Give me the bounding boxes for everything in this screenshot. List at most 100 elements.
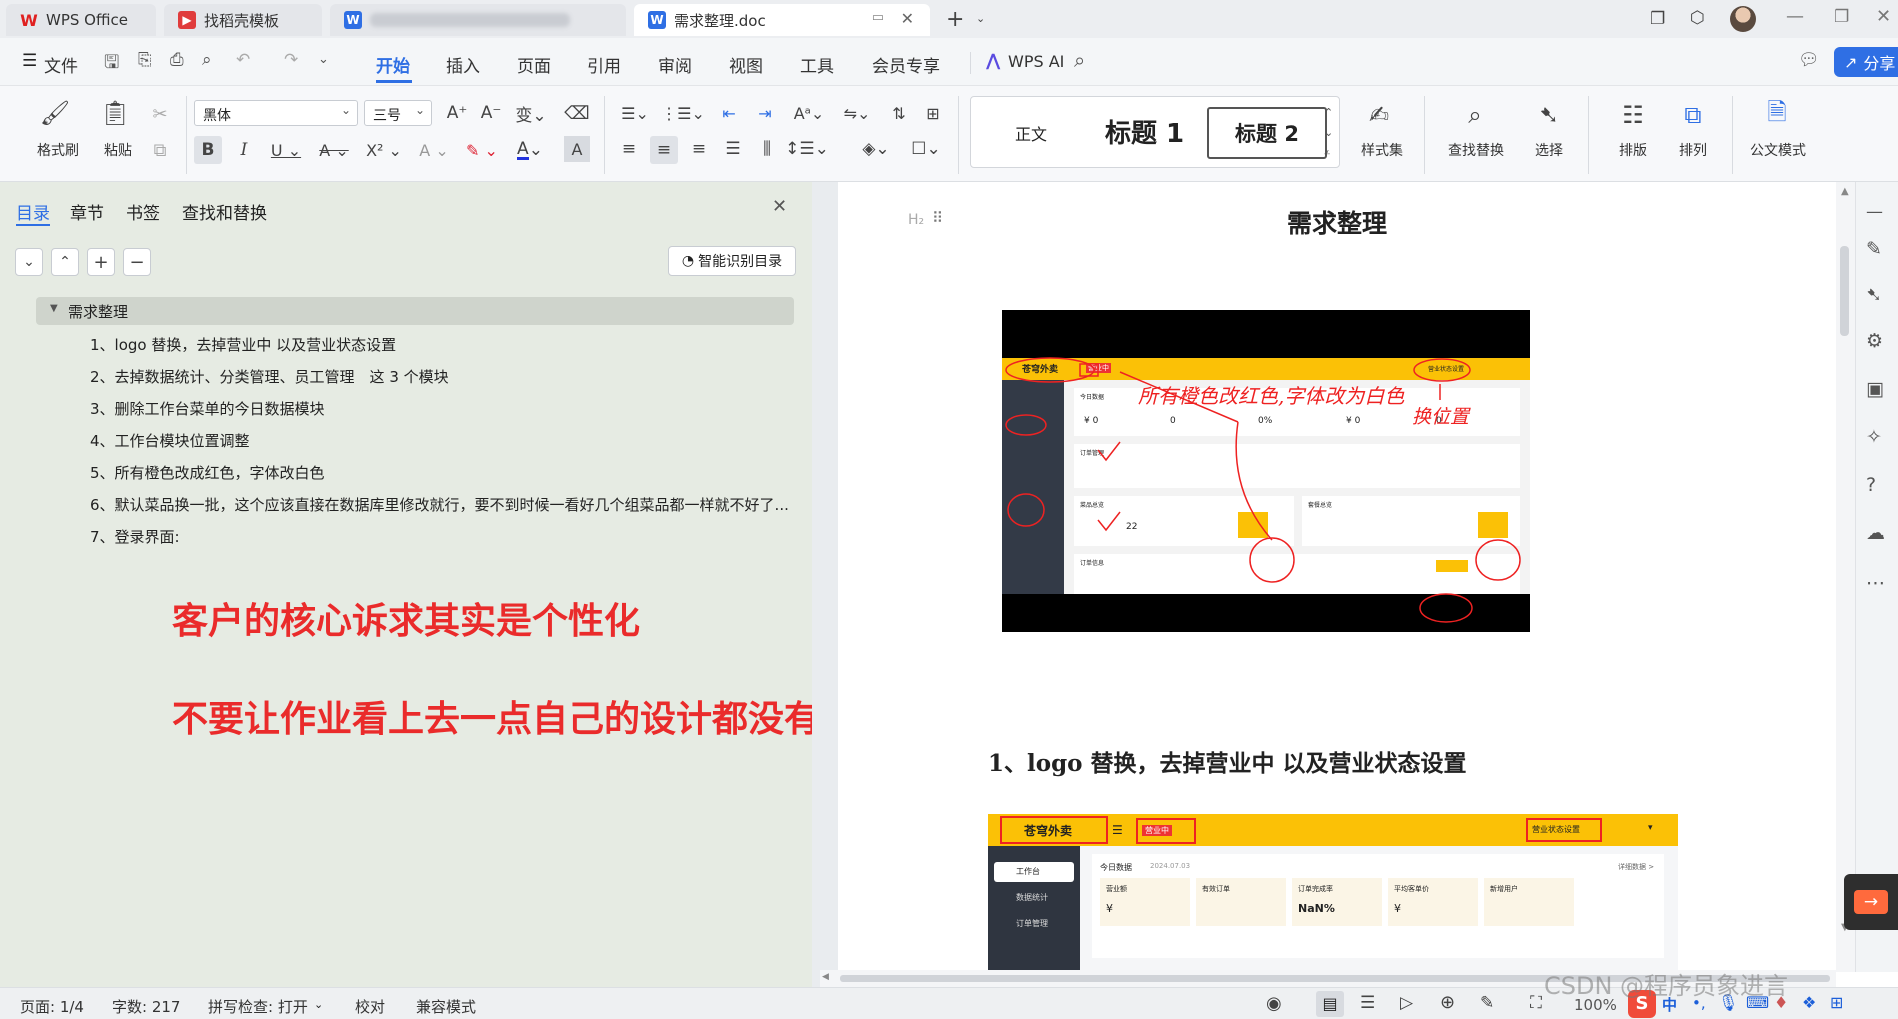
show-marks-icon[interactable]: ⊞ (920, 100, 946, 126)
tab-daoke-template[interactable]: ▶ 找稻壳模板 (164, 4, 322, 36)
restore-icon[interactable]: ❐ (1834, 7, 1849, 27)
toc-item[interactable]: 3、删除工作台菜单的今日数据模块 (90, 398, 325, 419)
share-button[interactable]: ↗ 分享 (1834, 47, 1898, 77)
select-button[interactable]: 选择 (1520, 140, 1578, 160)
avatar[interactable] (1730, 6, 1756, 32)
align-center-icon[interactable]: ≡ (650, 136, 678, 164)
copy-icon[interactable]: ⧉ (148, 138, 172, 162)
ime-tools-icon[interactable]: ❖ (1802, 993, 1816, 1012)
toc-item[interactable]: 5、所有橙色改成红色，字体改白色 (90, 462, 325, 483)
pen-icon[interactable]: ✎ (1866, 238, 1882, 260)
superscript-icon[interactable]: X² ⌄ (362, 136, 406, 164)
phonetic-guide-icon[interactable]: 变⌄ (514, 100, 548, 126)
more-chevron-icon[interactable]: ⌄ (318, 52, 329, 67)
web-view-icon[interactable]: ⊕ (1440, 992, 1455, 1013)
shading-icon[interactable]: ◈⌄ (856, 136, 896, 162)
bullet-list-icon[interactable]: ☰⌄ (616, 100, 654, 126)
char-shading-icon[interactable]: A (564, 136, 590, 162)
tab-wps-office[interactable]: W WPS Office (6, 4, 156, 36)
font-color-icon[interactable]: A ⌄ (510, 136, 550, 164)
justify-icon[interactable]: ☰ (720, 136, 746, 162)
increase-indent-icon[interactable]: ⇥ (752, 100, 778, 126)
paste-icon[interactable]: 📋︎ (100, 98, 130, 128)
nav-tab-toc[interactable]: 目录 (16, 199, 50, 224)
font-size-select[interactable]: 三号 ⌄ (364, 100, 432, 126)
menu-hamburger-icon[interactable]: ☰ (22, 51, 37, 71)
style-heading-2[interactable]: 标题 2 (1207, 107, 1327, 159)
format-painter-icon[interactable]: 🖌︎ (40, 98, 70, 128)
menu-tools[interactable]: 工具 (800, 52, 834, 77)
underline-icon[interactable]: U ⌄ (266, 136, 306, 164)
layout-button[interactable]: 排版 (1604, 140, 1662, 160)
toc-item[interactable]: 4、工作台模块位置调整 (90, 430, 250, 451)
highlight-icon[interactable]: ✎ ⌄ (462, 136, 502, 164)
format-painter-button[interactable]: 格式刷 (30, 140, 86, 160)
find-replace-icon[interactable]: ⌕ (1458, 98, 1492, 132)
menu-wps-ai[interactable]: WPS AI (1008, 52, 1064, 71)
cursor-icon[interactable]: ➷ (1866, 284, 1882, 306)
text-effect-icon[interactable]: A ⌄ (414, 136, 454, 164)
comment-icon[interactable]: 💬︎ (1798, 50, 1820, 70)
nav-tab-chapter[interactable]: 章节 (70, 199, 104, 224)
magic-wand-icon[interactable]: ✧ (1866, 426, 1882, 448)
decrease-indent-icon[interactable]: ⇤ (716, 100, 742, 126)
remove-heading-icon[interactable]: − (123, 248, 151, 276)
close-pane-icon[interactable]: ✕ (772, 196, 787, 217)
shrink-font-icon[interactable]: A⁻ (478, 100, 504, 126)
cloud-sync-icon[interactable]: ☁ (1866, 522, 1885, 544)
chevron-down-icon[interactable]: ⌄ (15, 248, 43, 276)
grow-font-icon[interactable]: A⁺ (444, 100, 470, 126)
numbered-list-icon[interactable]: ⋮☰⌄ (661, 100, 705, 126)
window-layout-icon[interactable]: ❐ (1650, 9, 1665, 29)
find-replace-button[interactable]: 查找替换 (1436, 140, 1516, 160)
paste-button[interactable]: 粘贴 (90, 140, 146, 160)
spell-check-toggle[interactable]: 拼写检查: 打开 (208, 996, 308, 1017)
close-window-icon[interactable]: ✕ (1876, 6, 1891, 27)
style-set-button[interactable]: 样式集 (1348, 140, 1416, 160)
pen-mode-icon[interactable]: ✎ (1480, 993, 1494, 1013)
search-icon[interactable]: ⌕ (1074, 48, 1085, 72)
align-left-icon[interactable]: ≡ (616, 136, 642, 162)
borders-icon[interactable]: ☐⌄ (906, 136, 946, 162)
menu-home[interactable]: 开始 (376, 52, 410, 77)
export-pdf-icon[interactable]: ⎘ (138, 50, 152, 70)
redo-icon[interactable]: ↷ (284, 50, 298, 70)
new-tab-icon[interactable]: + (946, 7, 964, 32)
settings-slider-icon[interactable]: ⚙ (1866, 330, 1883, 352)
text-direction-icon[interactable]: ⇋⌄ (838, 100, 876, 126)
sort-icon[interactable]: ⇅ (886, 100, 912, 126)
nav-tab-find-replace[interactable]: 查找和替换 (182, 199, 267, 224)
style-set-icon[interactable]: ✍︎ (1362, 98, 1396, 132)
floating-action-button[interactable]: → (1844, 874, 1898, 930)
gallery-down-icon[interactable]: ⌄ (1324, 126, 1333, 139)
word-count[interactable]: 字数: 217 (112, 996, 180, 1017)
menu-references[interactable]: 引用 (587, 52, 621, 77)
official-doc-icon[interactable]: 🗎︎ (1760, 98, 1794, 132)
arrange-icon[interactable]: ⧉ (1676, 98, 1710, 132)
tab-active-doc[interactable]: W 需求整理.doc ▭ ✕ (634, 4, 930, 36)
layout-icon[interactable]: ☷ (1616, 98, 1650, 132)
font-name-select[interactable]: 黑体 ⌄ (194, 100, 358, 126)
page-indicator[interactable]: 页面: 1/4 (20, 996, 84, 1017)
menu-page[interactable]: 页面 (517, 52, 551, 77)
print-icon[interactable]: ⎙ (170, 50, 184, 70)
outline-view-icon[interactable]: ☰ (1360, 993, 1375, 1013)
toc-item[interactable]: 7、登录界面: (90, 526, 180, 547)
add-heading-icon[interactable]: + (87, 248, 115, 276)
italic-icon[interactable]: I (230, 136, 258, 164)
monitor-icon[interactable]: ▭ (872, 10, 884, 25)
menu-view[interactable]: 视图 (729, 52, 763, 77)
menu-file[interactable]: 文件 (44, 52, 78, 77)
change-case-icon[interactable]: Aᵃ⌄ (790, 100, 828, 126)
line-spacing-icon[interactable]: ↕☰⌄ (785, 136, 829, 162)
cube-icon[interactable]: ⬡ (1690, 8, 1705, 28)
toc-item[interactable]: 1、logo 替换，去掉营业中 以及营业状态设置 (90, 334, 396, 355)
image-tool-icon[interactable]: ▣ (1866, 378, 1884, 400)
arrange-button[interactable]: 排列 (1664, 140, 1722, 160)
minimize-icon[interactable]: — (1786, 6, 1804, 27)
help-icon[interactable]: ? (1866, 474, 1876, 496)
print-preview-icon[interactable]: ⌕ (202, 50, 212, 70)
pane-splitter[interactable] (812, 182, 838, 987)
more-icon[interactable]: ⋯ (1866, 572, 1885, 594)
smart-toc-button[interactable]: ◔ 智能识别目录 (668, 246, 796, 276)
